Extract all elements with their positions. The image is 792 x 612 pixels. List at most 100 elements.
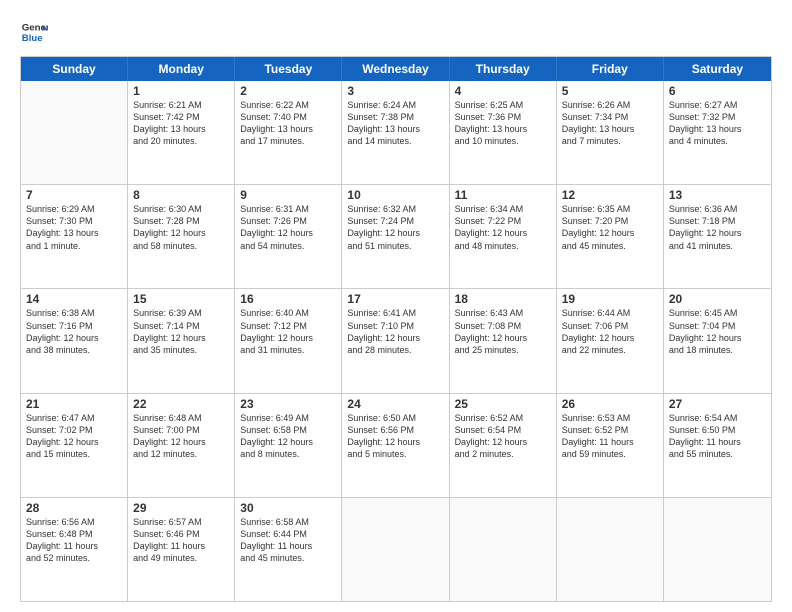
day-number: 24 [347,397,443,411]
day-number: 22 [133,397,229,411]
calendar-cell: 20Sunrise: 6:45 AM Sunset: 7:04 PM Dayli… [664,289,771,392]
calendar-cell: 5Sunrise: 6:26 AM Sunset: 7:34 PM Daylig… [557,81,664,184]
day-info: Sunrise: 6:31 AM Sunset: 7:26 PM Dayligh… [240,203,336,252]
calendar-body: 1Sunrise: 6:21 AM Sunset: 7:42 PM Daylig… [21,81,771,601]
day-number: 26 [562,397,658,411]
day-number: 27 [669,397,766,411]
calendar-cell [664,498,771,601]
calendar-cell: 11Sunrise: 6:34 AM Sunset: 7:22 PM Dayli… [450,185,557,288]
day-info: Sunrise: 6:56 AM Sunset: 6:48 PM Dayligh… [26,516,122,565]
calendar: SundayMondayTuesdayWednesdayThursdayFrid… [20,56,772,602]
day-number: 20 [669,292,766,306]
day-info: Sunrise: 6:34 AM Sunset: 7:22 PM Dayligh… [455,203,551,252]
day-number: 17 [347,292,443,306]
day-info: Sunrise: 6:40 AM Sunset: 7:12 PM Dayligh… [240,307,336,356]
logo: General Blue [20,18,48,46]
day-info: Sunrise: 6:39 AM Sunset: 7:14 PM Dayligh… [133,307,229,356]
calendar-cell: 12Sunrise: 6:35 AM Sunset: 7:20 PM Dayli… [557,185,664,288]
calendar-row: 7Sunrise: 6:29 AM Sunset: 7:30 PM Daylig… [21,185,771,289]
day-info: Sunrise: 6:26 AM Sunset: 7:34 PM Dayligh… [562,99,658,148]
svg-text:Blue: Blue [22,33,43,44]
header: General Blue [20,18,772,46]
day-number: 5 [562,84,658,98]
day-info: Sunrise: 6:27 AM Sunset: 7:32 PM Dayligh… [669,99,766,148]
day-info: Sunrise: 6:36 AM Sunset: 7:18 PM Dayligh… [669,203,766,252]
calendar-row: 14Sunrise: 6:38 AM Sunset: 7:16 PM Dayli… [21,289,771,393]
day-info: Sunrise: 6:38 AM Sunset: 7:16 PM Dayligh… [26,307,122,356]
day-info: Sunrise: 6:29 AM Sunset: 7:30 PM Dayligh… [26,203,122,252]
calendar-cell [450,498,557,601]
day-number: 3 [347,84,443,98]
calendar-cell: 30Sunrise: 6:58 AM Sunset: 6:44 PM Dayli… [235,498,342,601]
day-info: Sunrise: 6:30 AM Sunset: 7:28 PM Dayligh… [133,203,229,252]
page: General Blue SundayMondayTuesdayWednesda… [0,0,792,612]
logo-icon: General Blue [20,18,48,46]
day-number: 30 [240,501,336,515]
calendar-cell: 19Sunrise: 6:44 AM Sunset: 7:06 PM Dayli… [557,289,664,392]
calendar-cell: 3Sunrise: 6:24 AM Sunset: 7:38 PM Daylig… [342,81,449,184]
day-info: Sunrise: 6:45 AM Sunset: 7:04 PM Dayligh… [669,307,766,356]
calendar-cell: 7Sunrise: 6:29 AM Sunset: 7:30 PM Daylig… [21,185,128,288]
day-number: 7 [26,188,122,202]
calendar-row: 21Sunrise: 6:47 AM Sunset: 7:02 PM Dayli… [21,394,771,498]
calendar-cell: 22Sunrise: 6:48 AM Sunset: 7:00 PM Dayli… [128,394,235,497]
calendar-cell: 27Sunrise: 6:54 AM Sunset: 6:50 PM Dayli… [664,394,771,497]
weekday-header: Tuesday [235,57,342,81]
day-info: Sunrise: 6:32 AM Sunset: 7:24 PM Dayligh… [347,203,443,252]
weekday-header: Wednesday [342,57,449,81]
day-number: 18 [455,292,551,306]
calendar-cell: 21Sunrise: 6:47 AM Sunset: 7:02 PM Dayli… [21,394,128,497]
calendar-cell: 26Sunrise: 6:53 AM Sunset: 6:52 PM Dayli… [557,394,664,497]
day-info: Sunrise: 6:52 AM Sunset: 6:54 PM Dayligh… [455,412,551,461]
day-number: 11 [455,188,551,202]
day-number: 1 [133,84,229,98]
day-number: 14 [26,292,122,306]
calendar-cell [557,498,664,601]
day-number: 9 [240,188,336,202]
day-number: 19 [562,292,658,306]
calendar-cell: 24Sunrise: 6:50 AM Sunset: 6:56 PM Dayli… [342,394,449,497]
day-number: 4 [455,84,551,98]
calendar-cell: 2Sunrise: 6:22 AM Sunset: 7:40 PM Daylig… [235,81,342,184]
day-number: 13 [669,188,766,202]
day-info: Sunrise: 6:54 AM Sunset: 6:50 PM Dayligh… [669,412,766,461]
day-number: 2 [240,84,336,98]
day-number: 6 [669,84,766,98]
day-info: Sunrise: 6:44 AM Sunset: 7:06 PM Dayligh… [562,307,658,356]
calendar-cell: 13Sunrise: 6:36 AM Sunset: 7:18 PM Dayli… [664,185,771,288]
calendar-cell: 18Sunrise: 6:43 AM Sunset: 7:08 PM Dayli… [450,289,557,392]
weekday-header: Monday [128,57,235,81]
weekday-header: Friday [557,57,664,81]
day-info: Sunrise: 6:22 AM Sunset: 7:40 PM Dayligh… [240,99,336,148]
calendar-row: 1Sunrise: 6:21 AM Sunset: 7:42 PM Daylig… [21,81,771,185]
day-number: 15 [133,292,229,306]
calendar-cell: 25Sunrise: 6:52 AM Sunset: 6:54 PM Dayli… [450,394,557,497]
weekday-header: Thursday [450,57,557,81]
calendar-cell: 15Sunrise: 6:39 AM Sunset: 7:14 PM Dayli… [128,289,235,392]
day-info: Sunrise: 6:21 AM Sunset: 7:42 PM Dayligh… [133,99,229,148]
calendar-cell: 17Sunrise: 6:41 AM Sunset: 7:10 PM Dayli… [342,289,449,392]
calendar-row: 28Sunrise: 6:56 AM Sunset: 6:48 PM Dayli… [21,498,771,601]
day-info: Sunrise: 6:25 AM Sunset: 7:36 PM Dayligh… [455,99,551,148]
calendar-cell: 28Sunrise: 6:56 AM Sunset: 6:48 PM Dayli… [21,498,128,601]
calendar-cell: 8Sunrise: 6:30 AM Sunset: 7:28 PM Daylig… [128,185,235,288]
calendar-cell [21,81,128,184]
day-info: Sunrise: 6:48 AM Sunset: 7:00 PM Dayligh… [133,412,229,461]
day-number: 25 [455,397,551,411]
calendar-cell: 9Sunrise: 6:31 AM Sunset: 7:26 PM Daylig… [235,185,342,288]
day-number: 21 [26,397,122,411]
calendar-cell: 14Sunrise: 6:38 AM Sunset: 7:16 PM Dayli… [21,289,128,392]
day-info: Sunrise: 6:35 AM Sunset: 7:20 PM Dayligh… [562,203,658,252]
calendar-cell: 16Sunrise: 6:40 AM Sunset: 7:12 PM Dayli… [235,289,342,392]
day-info: Sunrise: 6:53 AM Sunset: 6:52 PM Dayligh… [562,412,658,461]
day-info: Sunrise: 6:41 AM Sunset: 7:10 PM Dayligh… [347,307,443,356]
day-number: 12 [562,188,658,202]
calendar-cell: 10Sunrise: 6:32 AM Sunset: 7:24 PM Dayli… [342,185,449,288]
calendar-header: SundayMondayTuesdayWednesdayThursdayFrid… [21,57,771,81]
calendar-cell: 1Sunrise: 6:21 AM Sunset: 7:42 PM Daylig… [128,81,235,184]
day-info: Sunrise: 6:24 AM Sunset: 7:38 PM Dayligh… [347,99,443,148]
day-number: 16 [240,292,336,306]
day-number: 29 [133,501,229,515]
calendar-cell: 6Sunrise: 6:27 AM Sunset: 7:32 PM Daylig… [664,81,771,184]
day-number: 28 [26,501,122,515]
